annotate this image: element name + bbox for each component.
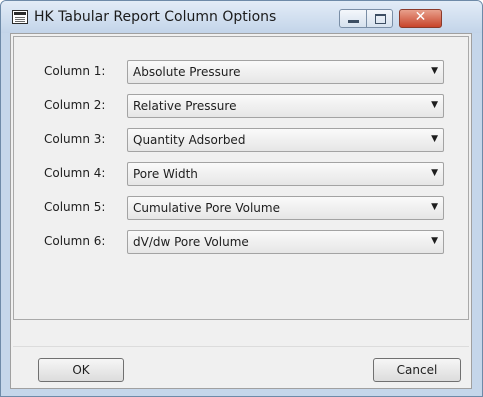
title-bar[interactable]: HK Tabular Report Column Options ✕ (1, 1, 482, 33)
column-5-label: Column 5: (44, 200, 106, 214)
column-5-select[interactable]: Cumulative Pore Volume ▼ (127, 196, 444, 220)
close-button[interactable]: ✕ (399, 9, 442, 28)
window-title: HK Tabular Report Column Options (34, 9, 277, 25)
column-6-label: Column 6: (44, 234, 106, 248)
column-2-label: Column 2: (44, 98, 106, 112)
column-6-value: dV/dw Pore Volume (133, 235, 249, 249)
column-2-value: Relative Pressure (133, 99, 237, 113)
column-row-3: Column 3: Quantity Adsorbed ▼ (14, 128, 464, 154)
column-1-label: Column 1: (44, 64, 106, 78)
column-1-value: Absolute Pressure (133, 65, 241, 79)
chevron-down-icon: ▼ (431, 168, 438, 178)
ok-button[interactable]: OK (38, 358, 124, 382)
column-4-label: Column 4: (44, 166, 106, 180)
column-row-2: Column 2: Relative Pressure ▼ (14, 94, 464, 120)
status-strip (13, 322, 469, 347)
close-icon: ✕ (414, 9, 427, 25)
column-row-1: Column 1: Absolute Pressure ▼ (14, 60, 464, 86)
column-4-select[interactable]: Pore Width ▼ (127, 162, 444, 186)
column-4-value: Pore Width (133, 167, 198, 181)
column-3-label: Column 3: (44, 132, 106, 146)
maximize-button[interactable] (366, 9, 393, 28)
column-3-value: Quantity Adsorbed (133, 133, 246, 147)
dialog-client-area: Column 1: Absolute Pressure ▼ Column 2: … (10, 33, 472, 389)
chevron-down-icon: ▼ (431, 100, 438, 110)
column-2-select[interactable]: Relative Pressure ▼ (127, 94, 444, 118)
column-row-4: Column 4: Pore Width ▼ (14, 162, 464, 188)
minimize-button[interactable] (339, 9, 367, 28)
minimize-icon (348, 20, 359, 23)
cancel-button[interactable]: Cancel (373, 358, 461, 382)
column-5-value: Cumulative Pore Volume (133, 201, 280, 215)
dialog-window: HK Tabular Report Column Options ✕ Colum… (0, 0, 483, 397)
chevron-down-icon: ▼ (431, 66, 438, 76)
column-row-5: Column 5: Cumulative Pore Volume ▼ (14, 196, 464, 222)
column-options-panel: Column 1: Absolute Pressure ▼ Column 2: … (13, 36, 469, 320)
chevron-down-icon: ▼ (431, 236, 438, 246)
column-6-select[interactable]: dV/dw Pore Volume ▼ (127, 230, 444, 254)
column-3-select[interactable]: Quantity Adsorbed ▼ (127, 128, 444, 152)
app-window-icon (12, 10, 28, 24)
maximize-icon (375, 14, 386, 24)
column-1-select[interactable]: Absolute Pressure ▼ (127, 60, 444, 84)
chevron-down-icon: ▼ (431, 134, 438, 144)
column-row-6: Column 6: dV/dw Pore Volume ▼ (14, 230, 464, 256)
chevron-down-icon: ▼ (431, 202, 438, 212)
